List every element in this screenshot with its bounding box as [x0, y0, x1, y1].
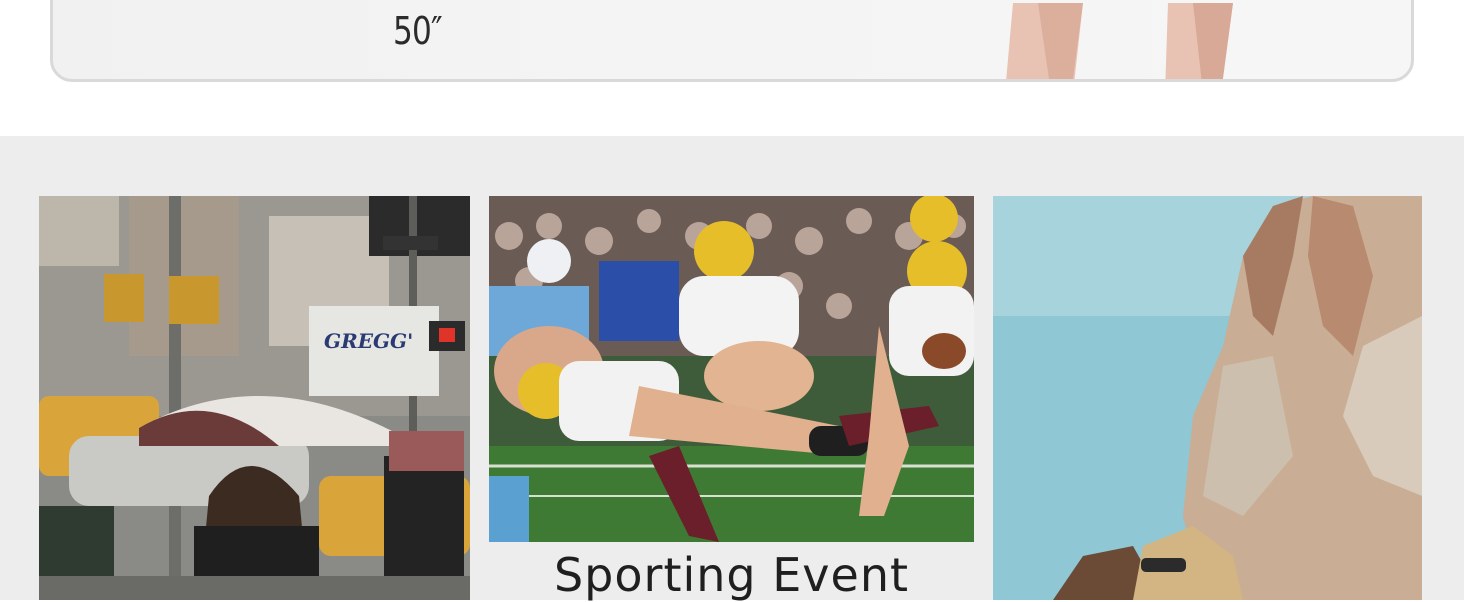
size-card: 50″	[50, 0, 1414, 82]
football-game-photo	[489, 196, 974, 542]
gallery-tile-mountain-trip[interactable]	[993, 196, 1422, 600]
rock-mountain-photo	[993, 196, 1422, 600]
gallery-tile-sporting-event[interactable]	[489, 196, 974, 542]
gallery-tile-rainy-street[interactable]: GREGG'	[39, 196, 470, 600]
occasion-gallery: GREGG' Sporting Event	[0, 136, 1464, 602]
tile-caption-sporting-event: Sporting Event	[553, 548, 910, 602]
svg-text:GREGG': GREGG'	[324, 329, 413, 353]
model-legs-image	[1006, 3, 1233, 79]
size-label: 50″	[393, 9, 443, 53]
rainy-street-photo: GREGG'	[39, 196, 470, 600]
